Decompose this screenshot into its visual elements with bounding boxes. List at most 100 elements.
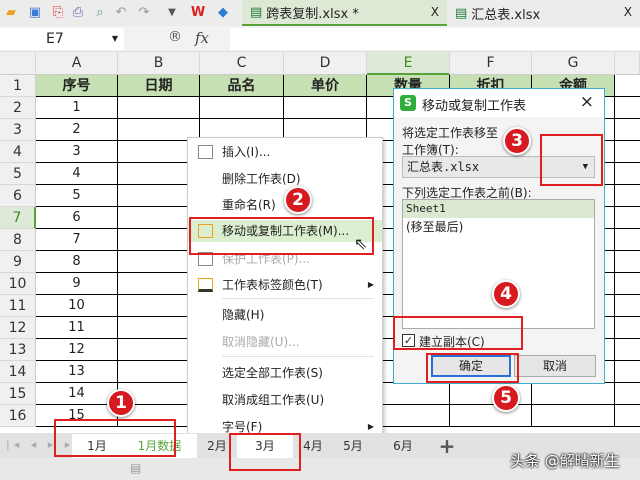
cell[interactable]	[450, 405, 532, 427]
row-header[interactable]: 10	[0, 273, 36, 295]
menu-item[interactable]: 选定全部工作表(S)	[188, 362, 382, 384]
zoom-search-icon[interactable]: ®	[168, 29, 182, 45]
row-header[interactable]: 7	[0, 207, 36, 229]
row-header[interactable]: 12	[0, 317, 36, 339]
cell[interactable]: 5	[36, 185, 118, 207]
close-tab-icon[interactable]: X	[431, 5, 439, 19]
sheet-tab[interactable]: 5月	[333, 434, 373, 458]
header-cell[interactable]: 序号	[36, 75, 118, 97]
row-header[interactable]: 4	[0, 141, 36, 163]
cell[interactable]	[284, 97, 367, 119]
cell[interactable]	[615, 361, 640, 383]
menu-item[interactable]: 工作表标签颜色(T) ▶	[188, 274, 382, 296]
cell[interactable]: 3	[36, 141, 118, 163]
list-item[interactable]: (移至最后)	[403, 218, 594, 236]
column-header[interactable]: E	[367, 52, 450, 75]
file-tab-active[interactable]: ▤ 跨表复制.xlsx * X	[242, 0, 447, 26]
fx-icon[interactable]: fx	[195, 29, 209, 47]
cell[interactable]	[615, 295, 640, 317]
row-header[interactable]: 15	[0, 383, 36, 405]
menu-item[interactable]: 取消隐藏(U)...	[188, 331, 382, 353]
column-header[interactable]: C	[200, 52, 284, 75]
cell[interactable]: 11	[36, 317, 118, 339]
cell[interactable]: 2	[36, 119, 118, 141]
cell[interactable]	[615, 405, 640, 427]
header-cell[interactable]	[615, 75, 640, 97]
cell[interactable]	[615, 273, 640, 295]
column-header[interactable]: F	[450, 52, 532, 75]
cell[interactable]	[615, 141, 640, 163]
chevron-down-icon[interactable]: ▼	[112, 28, 118, 50]
menu-item[interactable]: 隐藏(H)	[188, 304, 382, 326]
cell[interactable]: 10	[36, 295, 118, 317]
cell[interactable]	[615, 251, 640, 273]
cell[interactable]	[532, 383, 615, 405]
wps-logo-icon[interactable]: W	[190, 5, 206, 21]
cell[interactable]	[532, 405, 615, 427]
open-folder-icon[interactable]: ▰	[3, 5, 19, 21]
close-icon[interactable]: ×	[580, 92, 594, 112]
column-header[interactable]	[615, 52, 640, 75]
row-header[interactable]: 14	[0, 361, 36, 383]
cell[interactable]	[615, 317, 640, 339]
cell[interactable]	[615, 97, 640, 119]
header-cell[interactable]: 品名	[200, 75, 284, 97]
cancel-button[interactable]: 取消	[514, 355, 596, 377]
close-tab-icon[interactable]: X	[624, 5, 632, 19]
column-header[interactable]: D	[284, 52, 367, 75]
row-header[interactable]: 9	[0, 251, 36, 273]
menu-item[interactable]: 删除工作表(D)	[188, 168, 382, 190]
cell[interactable]	[450, 383, 532, 405]
menu-item[interactable]: 插入(I)...	[188, 141, 382, 163]
name-box[interactable]: E7 ▼	[0, 28, 124, 50]
redo-icon[interactable]: ↷	[136, 5, 152, 21]
cell[interactable]	[615, 383, 640, 405]
select-all-corner[interactable]	[0, 52, 36, 75]
cell[interactable]	[615, 339, 640, 361]
cell[interactable]	[615, 207, 640, 229]
row-header[interactable]: 6	[0, 185, 36, 207]
cell[interactable]	[118, 97, 200, 119]
add-sheet-button[interactable]: +	[432, 434, 462, 458]
header-cell[interactable]: 单价	[284, 75, 367, 97]
cell[interactable]: 7	[36, 229, 118, 251]
cell[interactable]	[615, 163, 640, 185]
cell[interactable]: 8	[36, 251, 118, 273]
undo-icon[interactable]: ↶	[113, 5, 129, 21]
more-dropdown-icon[interactable]: ▼	[164, 5, 180, 21]
row-header[interactable]: 16	[0, 405, 36, 427]
cell[interactable]: 13	[36, 361, 118, 383]
cell[interactable]: 14	[36, 383, 118, 405]
column-header[interactable]: B	[118, 52, 200, 75]
save-icon[interactable]: ▣	[27, 5, 43, 21]
cell[interactable]: 9	[36, 273, 118, 295]
row-header[interactable]: 2	[0, 97, 36, 119]
list-item[interactable]: Sheet1	[403, 200, 594, 218]
row-header[interactable]: 3	[0, 119, 36, 141]
cell[interactable]: 1	[36, 97, 118, 119]
cell[interactable]	[615, 185, 640, 207]
row-header[interactable]: 11	[0, 295, 36, 317]
menu-item[interactable]: 取消成组工作表(U)	[188, 389, 382, 411]
export-pdf-icon[interactable]: ⎘	[50, 5, 66, 21]
print-preview-icon[interactable]: ⌕	[92, 5, 108, 21]
cell[interactable]: 12	[36, 339, 118, 361]
header-cell[interactable]: 日期	[118, 75, 200, 97]
formula-input[interactable]	[230, 28, 640, 50]
sheet-listbox[interactable]: Sheet1 (移至最后)	[402, 199, 595, 329]
row-header[interactable]: 8	[0, 229, 36, 251]
column-header[interactable]: A	[36, 52, 118, 75]
column-header[interactable]: G	[532, 52, 615, 75]
cell[interactable]	[200, 97, 284, 119]
file-tab[interactable]: ▤ 汇总表.xlsx X	[447, 0, 640, 26]
sheet-tab[interactable]: 6月	[378, 434, 428, 458]
cell[interactable]	[615, 229, 640, 251]
row-header[interactable]: 13	[0, 339, 36, 361]
cell[interactable]: 4	[36, 163, 118, 185]
cell[interactable]	[615, 119, 640, 141]
cell[interactable]: 6	[36, 207, 118, 229]
row-header[interactable]: 1	[0, 75, 36, 97]
row-header[interactable]: 5	[0, 163, 36, 185]
cube-app-icon[interactable]: ◆	[215, 5, 231, 21]
print-icon[interactable]: ⎙	[70, 5, 86, 21]
